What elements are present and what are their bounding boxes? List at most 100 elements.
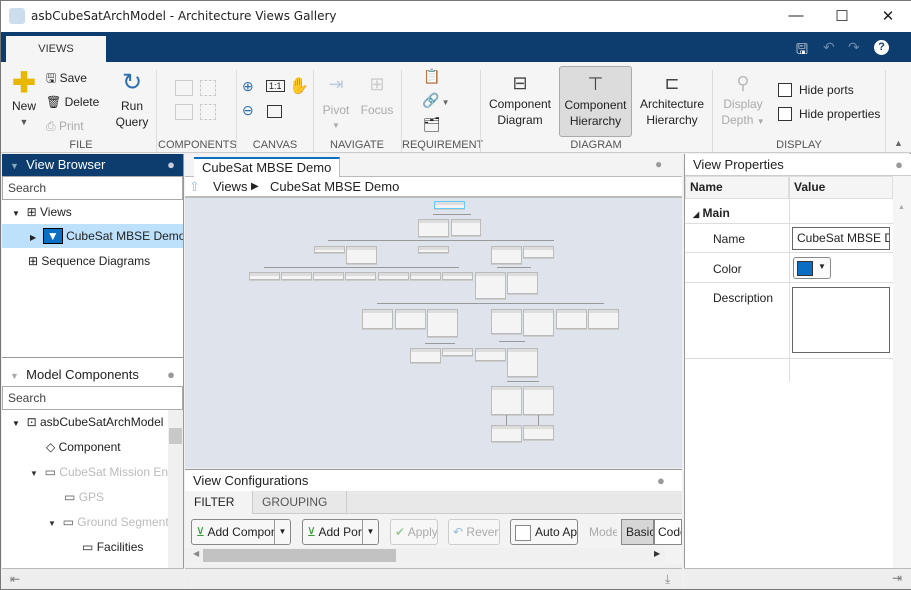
expand-icon[interactable]: ▼ bbox=[48, 519, 56, 528]
tab-filter[interactable]: FILTER bbox=[185, 491, 253, 514]
diagram-node[interactable] bbox=[346, 246, 377, 264]
diagram-node[interactable] bbox=[362, 309, 393, 329]
mode-code-button[interactable]: Code bbox=[654, 519, 682, 545]
tree-item[interactable]: ◇ Component bbox=[2, 435, 183, 460]
diagram-node[interactable] bbox=[491, 309, 522, 334]
component-diagram-button[interactable]: ⊟ Component Diagram bbox=[485, 70, 555, 128]
redo-icon[interactable]: ↷ bbox=[848, 39, 860, 56]
diagram-node[interactable] bbox=[395, 309, 426, 329]
diagram-node[interactable] bbox=[410, 348, 441, 363]
vertical-scrollbar[interactable]: ▲ bbox=[893, 176, 911, 568]
help-icon[interactable]: ? bbox=[874, 40, 889, 55]
scroll-right-icon[interactable]: ▶ bbox=[654, 549, 660, 558]
focus-button[interactable]: ⊞ Focus bbox=[359, 72, 395, 118]
apply-button[interactable]: ✔ Apply bbox=[390, 519, 438, 545]
diagram-node[interactable] bbox=[442, 348, 473, 356]
diagram-node[interactable] bbox=[523, 386, 554, 415]
architecture-hierarchy-button[interactable]: ⊏ Architecture Hierarchy bbox=[635, 70, 709, 128]
panel-menu-icon[interactable]: ● bbox=[657, 470, 665, 492]
delete-button[interactable]: 🗑 Delete bbox=[46, 94, 99, 110]
model-components-search[interactable]: Search bbox=[2, 386, 183, 410]
pivot-button[interactable]: ⇥ Pivot ▼ bbox=[319, 72, 353, 134]
ungroup-icon[interactable] bbox=[200, 104, 216, 120]
hide-properties-checkbox[interactable]: Hide properties bbox=[778, 106, 880, 122]
diagram-node[interactable] bbox=[427, 309, 458, 337]
breadcrumb-views[interactable]: Views bbox=[213, 177, 247, 197]
diagram-node[interactable] bbox=[491, 246, 522, 264]
diagram-node[interactable] bbox=[451, 219, 481, 236]
display-depth-button[interactable]: ⚲ Display Depth ▼ bbox=[718, 70, 768, 130]
panel-menu-icon[interactable]: ● bbox=[895, 154, 903, 175]
diagram-node[interactable] bbox=[507, 348, 538, 377]
horizontal-scrollbar[interactable]: ◀ ▶ bbox=[185, 548, 665, 563]
up-arrow-icon[interactable]: ⇧ bbox=[189, 177, 200, 197]
tree-item-cubesat-view[interactable]: ▶ ▼ CubeSat MBSE Demo bbox=[2, 224, 183, 248]
tree-item-views[interactable]: ▼ ⊞ Views bbox=[2, 200, 183, 224]
diagram-node[interactable] bbox=[281, 272, 312, 280]
diagram-node[interactable] bbox=[588, 309, 619, 329]
description-textarea[interactable] bbox=[792, 287, 890, 353]
diagram-node[interactable] bbox=[523, 309, 554, 336]
collapse-icon[interactable]: ▼ bbox=[10, 371, 19, 381]
name-input[interactable]: CubeSat MBSE Demo bbox=[792, 227, 890, 250]
run-query-button[interactable]: ↻ Run Query bbox=[111, 68, 153, 130]
fit-to-view-icon[interactable] bbox=[267, 105, 282, 118]
diagram-node[interactable] bbox=[410, 272, 441, 280]
diagram-node[interactable] bbox=[475, 272, 506, 299]
tab-grouping[interactable]: GROUPING bbox=[253, 491, 347, 514]
diagram-node[interactable] bbox=[491, 386, 522, 415]
checkbox[interactable] bbox=[515, 524, 531, 541]
print-button[interactable]: ⎙ Print bbox=[46, 118, 84, 134]
panel-menu-icon[interactable]: ● bbox=[167, 154, 175, 176]
view-browser-search[interactable]: Search bbox=[2, 176, 183, 200]
save-button[interactable]: 🖫 Save bbox=[46, 70, 87, 86]
collapse-ribbon-icon[interactable]: ▲ bbox=[894, 138, 903, 148]
requirement-editor-icon[interactable]: 🗂 bbox=[423, 116, 441, 133]
diagram-node[interactable] bbox=[434, 201, 465, 209]
diagram-node[interactable] bbox=[314, 246, 345, 253]
mode-basic-button[interactable]: Basic bbox=[621, 519, 654, 545]
diagram-node[interactable] bbox=[507, 272, 538, 294]
hide-ports-checkbox[interactable]: Hide ports bbox=[778, 82, 854, 98]
requirements-icon[interactable]: 📋 bbox=[423, 68, 440, 85]
scroll-up-icon[interactable]: ▲ bbox=[898, 204, 905, 211]
tree-item[interactable]: ▼ ▭ CubeSat Mission Enterprise bbox=[2, 460, 183, 485]
expand-icon[interactable]: ▼ bbox=[12, 209, 20, 218]
tab-cubesat-mbse-demo[interactable]: CubeSat MBSE Demo bbox=[194, 157, 340, 178]
tree-item[interactable]: ▭ Facilities bbox=[2, 535, 183, 560]
color-picker[interactable]: ▼ bbox=[793, 257, 831, 279]
scrollbar-thumb[interactable] bbox=[203, 549, 396, 562]
actual-size-button[interactable]: 1:1 bbox=[266, 80, 285, 92]
tree-item[interactable]: ▼ ⊡ asbCubeSatArchModel bbox=[2, 410, 183, 435]
tree-item-sequence-diagrams[interactable]: ⊞ Sequence Diagrams bbox=[2, 248, 183, 274]
collapse-icon[interactable]: ▼ bbox=[10, 161, 19, 171]
save-icon[interactable]: 🖫 bbox=[796, 39, 808, 63]
remove-component-icon[interactable] bbox=[175, 104, 193, 120]
diagram-node[interactable] bbox=[418, 219, 449, 237]
group-icon[interactable] bbox=[200, 80, 216, 96]
add-port-filter-button[interactable]: ⊻ Add Port Filter▼ bbox=[302, 519, 379, 545]
diagram-node[interactable] bbox=[523, 425, 554, 440]
breadcrumb-current[interactable]: CubeSat MBSE Demo bbox=[270, 177, 399, 197]
tree-item[interactable]: ▼ ▭ Ground Segment bbox=[2, 510, 183, 535]
maximize-button[interactable]: ☐ bbox=[827, 7, 857, 25]
diagram-node[interactable] bbox=[418, 246, 449, 253]
auto-apply-checkbox[interactable]: Auto Apply bbox=[510, 519, 578, 545]
pan-hand-icon[interactable]: ✋ bbox=[289, 76, 309, 96]
checkbox[interactable] bbox=[778, 83, 792, 97]
collapse-left-button[interactable]: ⇤ bbox=[2, 568, 184, 589]
chevron-down-icon[interactable]: ▼ bbox=[274, 520, 290, 544]
revert-button[interactable]: ↶ Revert bbox=[448, 519, 500, 545]
diagram-node[interactable] bbox=[313, 272, 344, 280]
tab-views[interactable]: VIEWS bbox=[6, 36, 106, 62]
panel-menu-icon[interactable]: ● bbox=[167, 364, 175, 386]
chevron-down-icon[interactable]: ▼ bbox=[362, 520, 378, 544]
collapse-bottom-icon[interactable]: ⤓ bbox=[665, 572, 670, 587]
vertical-scrollbar[interactable] bbox=[168, 410, 183, 568]
diagram-node[interactable] bbox=[249, 272, 280, 280]
diagram-node[interactable] bbox=[442, 272, 473, 280]
minimize-button[interactable]: — bbox=[781, 7, 811, 24]
link-icon[interactable]: 🔗 ▼ bbox=[422, 92, 450, 109]
add-component-icon[interactable] bbox=[175, 80, 193, 96]
collapse-icon[interactable]: ◢ bbox=[693, 210, 699, 219]
